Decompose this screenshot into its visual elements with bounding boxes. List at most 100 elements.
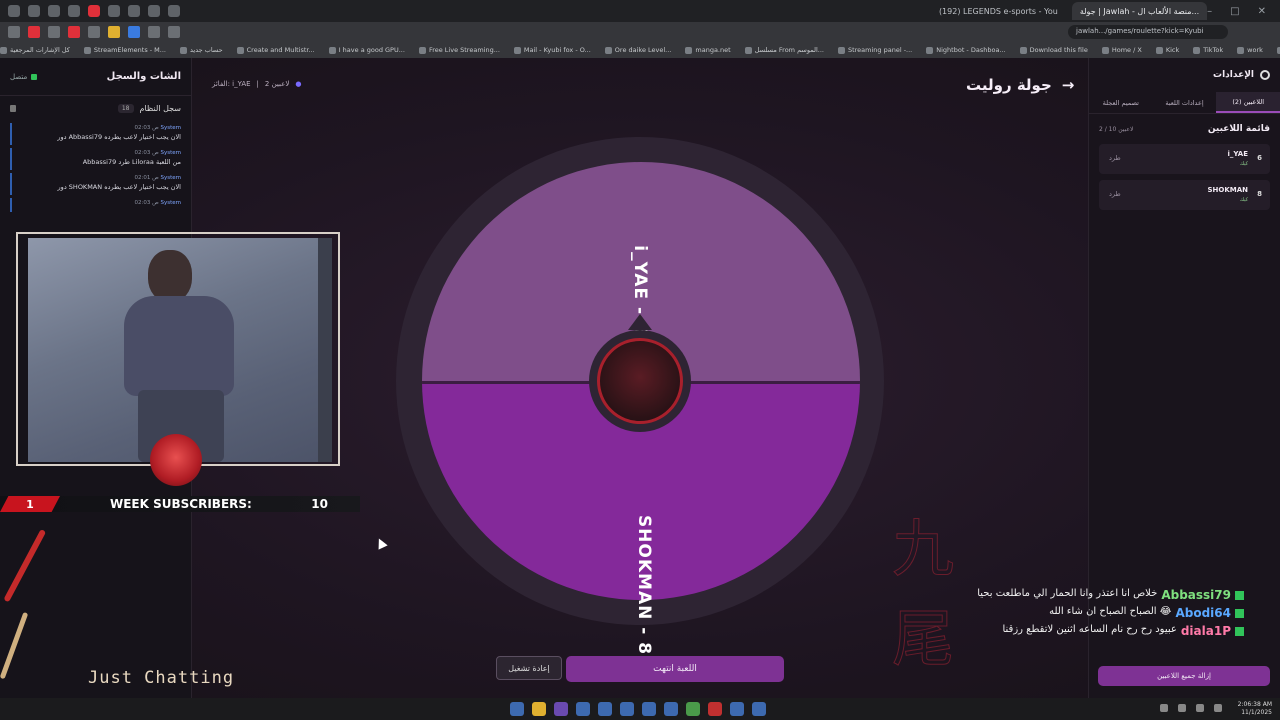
extension-icon[interactable] — [128, 5, 140, 17]
extension-icon[interactable] — [108, 26, 120, 38]
bookmark-item[interactable]: manga.net — [685, 46, 730, 54]
connection-status: متصل — [10, 73, 38, 81]
folder-icon[interactable] — [532, 702, 546, 716]
log-entry-time: 02:03 ص — [134, 125, 159, 131]
back-icon[interactable] — [28, 5, 40, 17]
bookmark-item[interactable]: Mail - Kyubi fox - O... — [514, 46, 591, 54]
extension-icon[interactable] — [28, 26, 40, 38]
download-icon[interactable] — [48, 5, 60, 17]
bookmark-item[interactable]: Download this file — [1020, 46, 1088, 54]
network-icon[interactable] — [1196, 704, 1204, 712]
battery-icon[interactable] — [1214, 704, 1222, 712]
bookmark-item[interactable]: Ore daike Level... — [605, 46, 672, 54]
youtube-icon[interactable] — [88, 5, 100, 17]
kick-player-button[interactable]: طرد — [1109, 190, 1121, 198]
kick-icon — [1235, 627, 1244, 636]
log-entry-meta: 02:03 ص System — [12, 150, 181, 156]
star-icon[interactable] — [168, 5, 180, 17]
bookmark-item[interactable]: Create and Multistr... — [237, 46, 315, 54]
players-list-header: 2 / 10 لاعبين قائمة اللاعبين — [1089, 114, 1280, 138]
app-icon[interactable] — [708, 702, 722, 716]
bookmark-item[interactable]: work — [1237, 46, 1263, 54]
tab-players[interactable]: اللاعبين (2) — [1216, 92, 1280, 113]
chrome-icon[interactable] — [686, 702, 700, 716]
steam-icon[interactable] — [664, 702, 678, 716]
live-chat-username: Abbassi79 — [1161, 588, 1231, 602]
trash-icon[interactable] — [10, 104, 16, 112]
bookmark-item[interactable]: TikTok — [1193, 46, 1223, 54]
log-entry-meta: 02:01 ص System — [12, 175, 181, 181]
page: متصل الشات والسجل 18 سجل النظام 02:03 ص … — [0, 58, 1280, 698]
bookmark-item[interactable]: Kick — [1156, 46, 1179, 54]
chevron-up-icon[interactable] — [1160, 704, 1168, 712]
browser-menu-icon[interactable] — [8, 5, 20, 17]
log-entry-meta: 02:03 ص System — [12, 125, 181, 131]
browser-tab[interactable]: (192) LEGENDS e-sports - You — [931, 2, 1066, 20]
star-icon[interactable] — [168, 26, 180, 38]
tab-game-settings[interactable]: إعدادات اللعبة — [1153, 92, 1217, 113]
mouse-cursor — [374, 536, 388, 550]
players-count-info: 2 لاعبين — [264, 80, 290, 88]
player-card: 8 SHOKMAN كيك طرد — [1099, 180, 1270, 210]
arrow-right-icon[interactable]: → — [1062, 76, 1075, 94]
kanji-decoration: 尾 — [891, 602, 955, 676]
bookmark-item[interactable]: مسلسل From الموسم... — [745, 46, 824, 54]
system-log-entry: 02:03 ص System — [10, 198, 191, 212]
extension-icon[interactable] — [128, 26, 140, 38]
game-over-button[interactable]: اللعبة انتهت — [566, 656, 784, 682]
players-list-title: قائمة اللاعبين — [1207, 124, 1270, 134]
extension-icon[interactable] — [148, 5, 160, 17]
log-entry-time: 02:03 ص — [134, 150, 159, 156]
vscode-icon[interactable] — [620, 702, 634, 716]
extension-icon[interactable] — [68, 26, 80, 38]
bookmark-item[interactable]: I have a good GPU... — [329, 46, 405, 54]
stream-category: Just Chatting — [88, 668, 235, 688]
tab-wheel-design[interactable]: تصميم العجلة — [1089, 92, 1153, 113]
windows-icon[interactable] — [510, 702, 524, 716]
bookmark-item[interactable]: Home / X — [1102, 46, 1142, 54]
system-clock[interactable]: 2:06:38 AM 11/1/2025 — [1238, 701, 1272, 717]
bookmark-item[interactable]: حساب جديد — [180, 46, 223, 54]
live-chat-text: خلاص انا اعتذر وانا الحمار الي ماطلعت بح… — [977, 588, 1158, 599]
restart-button[interactable]: إعادة تشغيل — [496, 656, 562, 680]
minimize-icon[interactable]: – — [1207, 6, 1212, 17]
app-icon[interactable] — [598, 702, 612, 716]
bookmark-item[interactable]: Streaming panel -... — [838, 46, 912, 54]
bookmark-item[interactable]: StreamElements - M... — [84, 46, 166, 54]
bookmark-item[interactable]: Free Live Streaming... — [419, 46, 500, 54]
extension-icon[interactable] — [148, 26, 160, 38]
browser-toolbar: jawlah.../games/roulette?kick=Kyubi — [0, 22, 1280, 42]
live-chat-line: خلاص انا اعتذر وانا الحمار الي ماطلعت بح… — [974, 588, 1244, 602]
browser-tab-active[interactable]: جولة | Jawlah - منصة الألعاب ال... — [1071, 2, 1208, 20]
close-icon[interactable]: ✕ — [1258, 6, 1266, 17]
player-platform: كيك — [1239, 197, 1248, 203]
app-icon[interactable] — [576, 702, 590, 716]
volume-icon[interactable] — [1178, 704, 1186, 712]
bookmark-item[interactable]: Nightbot - Dashboa... — [926, 46, 1005, 54]
address-bar[interactable]: jawlah.../games/roulette?kick=Kyubi — [1068, 25, 1228, 39]
kick-player-button[interactable]: طرد — [1109, 154, 1121, 162]
webcam-feed — [28, 238, 332, 462]
extension-icon[interactable] — [108, 5, 120, 17]
extension-icon[interactable] — [68, 5, 80, 17]
maximize-icon[interactable]: □ — [1230, 6, 1239, 17]
remove-all-players-button[interactable]: إزالة جميع اللاعبين — [1098, 666, 1270, 686]
kanji-decoration: 九 — [891, 512, 955, 586]
player-name: i_YAE — [1227, 150, 1249, 158]
subs-goal: 10 — [311, 497, 328, 511]
live-chat-username: diala1P — [1180, 624, 1231, 638]
live-chat-username: Abodi64 — [1175, 606, 1231, 620]
app-icon[interactable] — [554, 702, 568, 716]
bookmark-item[interactable]: كل الإشارات المرجعية — [0, 46, 70, 54]
app-icon[interactable] — [642, 702, 656, 716]
log-entry-time: 02:03 ص — [134, 200, 159, 206]
extension-icon[interactable] — [8, 26, 20, 38]
extension-icon[interactable] — [48, 26, 60, 38]
app-icon[interactable] — [730, 702, 744, 716]
settings-title: الإعدادات — [1213, 70, 1254, 80]
gear-icon — [1260, 70, 1270, 80]
log-count-badge: 18 — [117, 103, 134, 113]
log-entry-time: 02:01 ص — [134, 175, 159, 181]
extension-icon[interactable] — [88, 26, 100, 38]
obs-icon[interactable] — [752, 702, 766, 716]
